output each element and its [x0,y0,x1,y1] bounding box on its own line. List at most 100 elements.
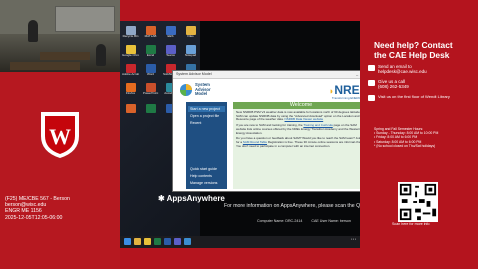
open-project-button[interactable]: Open a project file [188,113,225,119]
apps-anywhere-label: AppsAnywhere [166,194,225,203]
word-icon[interactable] [164,238,171,245]
camera-desk [10,62,80,70]
start-new-project-button[interactable]: Start a new project [188,106,225,112]
welcome-panel: Welcome New NSRDB PSM V4 weather data is… [233,102,369,189]
desktop-icon-label: MATLAB [144,35,157,38]
apps-anywhere-icon: ✱ [158,194,165,203]
desktop-icon[interactable]: MATLAB [142,26,159,38]
camera-person [28,20,38,42]
desktop-icon[interactable]: Notepad [182,45,199,57]
app-icon [125,83,136,92]
window-title: System Advisor Model [176,72,212,76]
app-icon [165,45,176,54]
desktop-icon[interactable]: Teams [162,45,179,57]
desktop-icon-label: Firefox [125,92,136,95]
apps-anywhere-info: For more information on AppsAnywhere, pl… [224,203,378,209]
desktop-icon-label: Notepad [184,54,197,57]
sam-window[interactable]: System Advisor Model –□✕ System Advisor … [172,70,376,192]
manage-versions-button[interactable]: Manage versions [188,180,225,186]
desktop-icon[interactable]: Google Chrome [122,45,139,57]
sam-sidebar: Start a new project Open a project file … [186,102,227,189]
desktop-icon[interactable]: Firefox [122,83,139,95]
recent-projects-button[interactable]: Recent [188,120,225,126]
computer-name: Computer Name: DRC-2414 [257,219,303,223]
qr-caption: Scan here for more info [392,222,430,226]
windows-taskbar: ▪ ▪ ▪ [120,236,360,248]
course-timestamp: 2025-12-05T12:05-06:00 [5,214,63,221]
help-visit: Visit us on the first floor of Wendt Lib… [378,94,450,99]
desktop-icon-label: Teams [166,54,175,57]
location-icon [368,95,375,101]
teams-icon[interactable] [174,238,181,245]
help-email: Send an email to helpdesk@cae.wisc.edu [378,64,427,75]
desktop-icon[interactable] [142,104,159,113]
uw-crest-logo: W [41,112,79,158]
desktop-icon[interactable]: Word [142,64,159,76]
desktop-icon[interactable]: EES [162,26,179,38]
desktop-icon[interactable]: PowerPoint [142,83,159,95]
welcome-paragraph: New NSRDB PSM V4 weather data is now ava… [236,110,361,122]
system-tray[interactable]: ▪ ▪ ▪ [351,237,356,242]
desktop-icon[interactable]: Files [182,26,199,38]
desktop-icon-label: Adobe Acrobat [122,73,139,76]
excel-icon[interactable] [154,238,161,245]
sam-titlebar[interactable]: System Advisor Model –□✕ [173,71,375,79]
desktop-icon-label: Google Chrome [122,54,139,57]
file-explorer-icon[interactable] [134,238,141,245]
course-info: (F25) ME/CBE 567 - Berson berson@wisc.ed… [5,196,117,221]
desktop-icon[interactable]: Excel [142,45,159,57]
help-hours: Spring and Fall Semester Hours: • Sunday… [374,127,439,148]
desktop-icon-label: Excel [146,54,155,57]
desktop-icon[interactable]: Recycle Bin [122,26,139,38]
start-menu-icon[interactable] [124,238,131,245]
computer-info: Computer Name: DRC-2414 CAE User Name: b… [257,219,359,223]
svg-text:W: W [49,124,71,149]
desktop-icon-label: PowerPoint [142,92,159,95]
help-title: Need help? Contact the CAE Help Desk [374,40,453,61]
quick-start-guide-button[interactable]: Quick start guide [188,166,225,172]
app-icon [125,64,136,73]
camera-person [96,44,106,66]
desktop-icon-label: EES [167,35,174,38]
app-icon [145,26,156,35]
sam-app-name: System Advisor Model [195,82,211,97]
app-icon [145,83,156,92]
app-icon [185,45,196,54]
app-icon [145,64,156,73]
apps-anywhere-logo[interactable]: ✱ AppsAnywhere [158,194,225,203]
chrome-icon[interactable] [144,238,151,245]
sam-header: System Advisor Model ◗NREL Transforming … [173,79,375,100]
welcome-paragraph: If you are new to SAM and looking for tr… [236,123,361,135]
welcome-body: New NSRDB PSM V4 weather data is now ava… [233,109,369,152]
camera-whiteboard [55,6,115,32]
help-desk-panel: Need help? Contact the CAE Help Desk Sen… [360,0,478,269]
email-icon [368,65,375,71]
classroom-camera-feed [0,0,120,72]
nsrdb-viewer-link[interactable]: NSRDB Data Viewer website [285,117,324,122]
camera-desk [40,52,90,60]
app-icon [125,45,136,54]
tray-clock-icon: ▪ ▪ ▪ [351,237,356,241]
desktop-icon-label: Files [187,35,194,38]
phone-icon [368,80,375,86]
app-icon [145,104,156,113]
app-icon [125,26,136,35]
desktop-icon[interactable]: Adobe Acrobat [122,64,139,76]
nrel-tagline: Transforming ENERGY [331,96,363,100]
sam-logo-icon [180,84,192,96]
cae-username: CAE User Name: berson [311,219,351,223]
desktop-icon[interactable] [122,104,139,113]
app-icon [165,26,176,35]
desktop-icon-label: Recycle Bin [122,35,139,38]
sam-taskbar-icon[interactable] [184,238,191,245]
left-course-panel: W (F25) ME/CBE 567 - Berson berson@wisc.… [0,0,120,269]
app-icon [185,26,196,35]
help-contents-button[interactable]: Help contents [188,173,225,179]
app-icon [145,45,156,54]
help-phone: Give us a call (608) 262-5349 [378,79,409,90]
desktop-icon-label: Word [146,73,155,76]
app-icon [125,104,136,113]
welcome-heading: Welcome [233,102,369,109]
welcome-paragraph: Do you have a question or feedback about… [236,136,366,148]
qr-code [398,182,438,222]
